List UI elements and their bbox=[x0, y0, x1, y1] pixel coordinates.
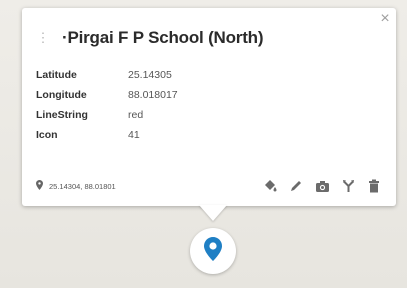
camera-icon[interactable] bbox=[314, 178, 330, 194]
attribute-table: Latitude 25.14305 Longitude 88.018017 Li… bbox=[36, 66, 382, 146]
popup-pointer bbox=[199, 205, 227, 221]
map-pin-icon bbox=[204, 236, 222, 266]
attribute-row: LineString red bbox=[36, 106, 382, 124]
popup-footer: 25.14304, 88.01801 bbox=[36, 176, 382, 196]
paint-bucket-icon[interactable] bbox=[262, 178, 278, 194]
attribute-row: Latitude 25.14305 bbox=[36, 66, 382, 84]
map-marker[interactable] bbox=[190, 228, 236, 274]
attribute-value: 41 bbox=[128, 129, 140, 141]
attribute-key: Latitude bbox=[36, 69, 77, 81]
popup-toolbar bbox=[252, 178, 382, 194]
attribute-value: 88.018017 bbox=[128, 89, 178, 101]
attribute-key: LineString bbox=[36, 109, 88, 121]
info-popup: ⋮ ·Pirgai F P School (North) × Latitude … bbox=[22, 8, 396, 206]
attribute-row: Icon 41 bbox=[36, 126, 382, 144]
popup-title: ·Pirgai F P School (North) bbox=[62, 28, 264, 47]
trash-icon[interactable] bbox=[366, 178, 382, 194]
feature-icon: ⋮ bbox=[36, 30, 50, 45]
close-button[interactable]: × bbox=[376, 10, 394, 28]
directions-icon[interactable] bbox=[340, 178, 356, 194]
pencil-icon[interactable] bbox=[288, 178, 304, 194]
attribute-value: red bbox=[128, 109, 144, 121]
location-pin-icon bbox=[36, 179, 43, 193]
attribute-value: 25.14305 bbox=[128, 69, 172, 81]
coordinates-text: 25.14304, 88.01801 bbox=[49, 181, 116, 191]
attribute-row: Longitude 88.018017 bbox=[36, 86, 382, 104]
coordinates: 25.14304, 88.01801 bbox=[36, 179, 116, 193]
attribute-key: Icon bbox=[36, 129, 58, 141]
popup-header: ⋮ ·Pirgai F P School (North) bbox=[34, 24, 384, 52]
attribute-key: Longitude bbox=[36, 89, 87, 101]
